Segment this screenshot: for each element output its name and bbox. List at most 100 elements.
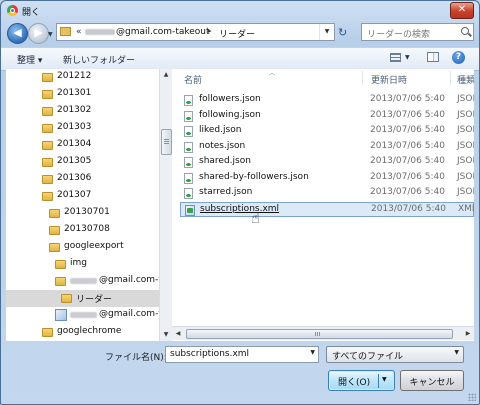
navigation-bar: ◀ ▶ ▼ « @gmail.com-takeout ▸ リーダー ▼ ↻ リー… [1,21,479,47]
preview-pane-icon[interactable] [427,52,439,62]
tree-item[interactable]: img [6,256,159,273]
file-type: JSON [457,140,474,151]
title-bar: 開く ✕ [1,1,479,21]
address-overflow-chevron[interactable]: « [76,27,82,37]
open-file-dialog: 開く ✕ ◀ ▶ ▼ « @gmail.com-takeout ▸ リーダー ▼… [0,0,480,405]
tree-item[interactable]: 201301 [6,86,159,103]
filename-input[interactable]: subscriptions.xml ▼ [165,346,319,363]
change-view-icon[interactable] [390,53,401,62]
address-history-dropdown[interactable]: ▼ [319,24,334,40]
file-row[interactable]: starred.json 2013/07/06 5:40 JSON [180,186,474,201]
split-divider [378,374,379,388]
column-header-name[interactable]: 名前 [184,73,202,90]
tree-item[interactable]: 201306 [6,171,159,188]
scroll-thumb[interactable] [161,129,172,155]
json-file-icon [184,126,193,137]
filename-history-dropdown[interactable]: ▼ [310,349,315,356]
column-divider[interactable] [362,71,363,85]
view-options-dropdown[interactable]: ▼ [405,54,410,61]
tree-item[interactable]: googleexport [6,239,159,256]
file-row[interactable]: following.json 2013/07/06 5:40 JSON [180,109,474,124]
file-row[interactable]: liked.json 2013/07/06 5:40 JSON [180,124,474,139]
chevron-down-icon[interactable]: ▼ [454,349,459,356]
resize-grip[interactable] [468,393,476,401]
tree-item[interactable]: 201307 [6,188,159,205]
json-file-icon [184,141,193,153]
tree-item[interactable]: googlechrome [6,324,159,341]
file-row[interactable]: notes.json 2013/07/06 5:40 JSON [180,140,474,155]
hscroll-thumb[interactable] [186,329,453,339]
scroll-down-arrow[interactable]: ▼ [160,329,172,341]
close-button[interactable]: ✕ [450,2,474,19]
json-file-icon [184,110,193,122]
tree-item[interactable]: 201212 [6,69,159,86]
redacted-username [70,278,97,284]
column-header-type[interactable]: 種類 [457,73,474,90]
folder-icon [42,158,53,167]
hand-cursor-icon: ☝ [251,209,261,227]
json-file-icon [184,95,193,106]
tree-item[interactable]: @gmail.com-ta [6,273,159,290]
filetype-select[interactable]: すべてのファイル ▼ [326,346,464,363]
breadcrumb-account[interactable]: @gmail.com-takeout [116,27,210,37]
open-options-dropdown[interactable]: ▼ [382,376,387,383]
column-divider[interactable] [450,71,451,85]
column-header-date[interactable]: 更新日時 [371,73,407,90]
refresh-button[interactable]: ↻ [338,26,347,39]
folder-icon [60,27,71,36]
forward-button[interactable]: ▶ [28,23,49,44]
filename-label: ファイル名(N): [105,353,167,363]
tree-item-label: @gmail.com-ta [99,275,159,285]
tree-item-label: リーダー [76,295,113,305]
folder-icon [49,226,60,235]
cancel-button[interactable]: キャンセル [400,370,464,391]
file-type: XML [458,203,474,214]
new-folder-button[interactable]: 新しいフォルダー [63,53,135,66]
file-type: JSON [457,171,474,182]
filename-value[interactable]: subscriptions.xml [170,349,249,359]
folder-icon [42,141,53,150]
tree-item[interactable]: @gmail.com-ta [6,307,159,324]
scroll-up-arrow[interactable]: ▲ [160,69,172,81]
tree-item[interactable]: 201302 [6,103,159,120]
folder-icon [42,73,53,82]
file-date: 2013/07/06 5:40 [371,203,446,214]
tree-item-label: 201305 [57,156,92,166]
organize-button[interactable]: 整理 ▾ [17,53,42,66]
file-row[interactable]: subscriptions.xml 2013/07/06 5:40 XML [180,201,474,217]
file-type: JSON [457,94,474,104]
file-type: JSON [457,109,474,120]
file-list: ︿ 名前 更新日時 種類 followers.json 2013/07/06 5:… [172,69,474,341]
scroll-left-arrow[interactable]: ◀ [172,327,184,340]
breadcrumb-separator-icon[interactable]: ▸ [208,27,212,35]
breadcrumb-current-folder[interactable]: リーダー [219,27,255,40]
file-list-hscrollbar[interactable]: ◀ ▶ [172,326,474,340]
open-button-label: 開く(O) [338,378,371,388]
file-row[interactable]: followers.json 2013/07/06 5:40 JSON [180,93,474,108]
file-date: 2013/07/06 5:40 [370,125,445,135]
tree-item[interactable]: 201303 [6,120,159,137]
tree-item[interactable]: 20130701 [6,205,159,222]
help-icon[interactable]: ? [452,51,465,64]
folder-icon [55,260,66,269]
tree-item[interactable]: 20130708 [6,222,159,239]
file-type: JSON [457,187,474,197]
folder-icon [42,328,53,337]
file-name: followers.json [199,94,261,104]
redacted-username [70,312,97,318]
file-row[interactable]: shared-by-followers.json 2013/07/06 5:40 J… [180,171,474,186]
tree-item[interactable]: リーダー [6,290,159,307]
recent-locations-dropdown[interactable]: ▼ [48,31,53,38]
tree-item[interactable]: 201305 [6,154,159,171]
open-button[interactable]: 開く(O) ▼ [328,370,395,391]
back-button[interactable]: ◀ [7,23,28,44]
file-name: notes.json [199,140,246,151]
address-bar[interactable]: « @gmail.com-takeout ▸ リーダー ▼ [56,23,335,41]
tree-scrollbar[interactable]: ▲ ▼ [159,69,172,341]
file-type: JSON [457,156,474,166]
scroll-right-arrow[interactable]: ▶ [462,327,474,340]
tree-item[interactable]: 201304 [6,137,159,154]
search-icon[interactable] [461,27,469,35]
search-box[interactable]: リーダーの検索 [361,23,474,41]
file-row[interactable]: shared.json 2013/07/06 5:40 JSON [180,155,474,170]
